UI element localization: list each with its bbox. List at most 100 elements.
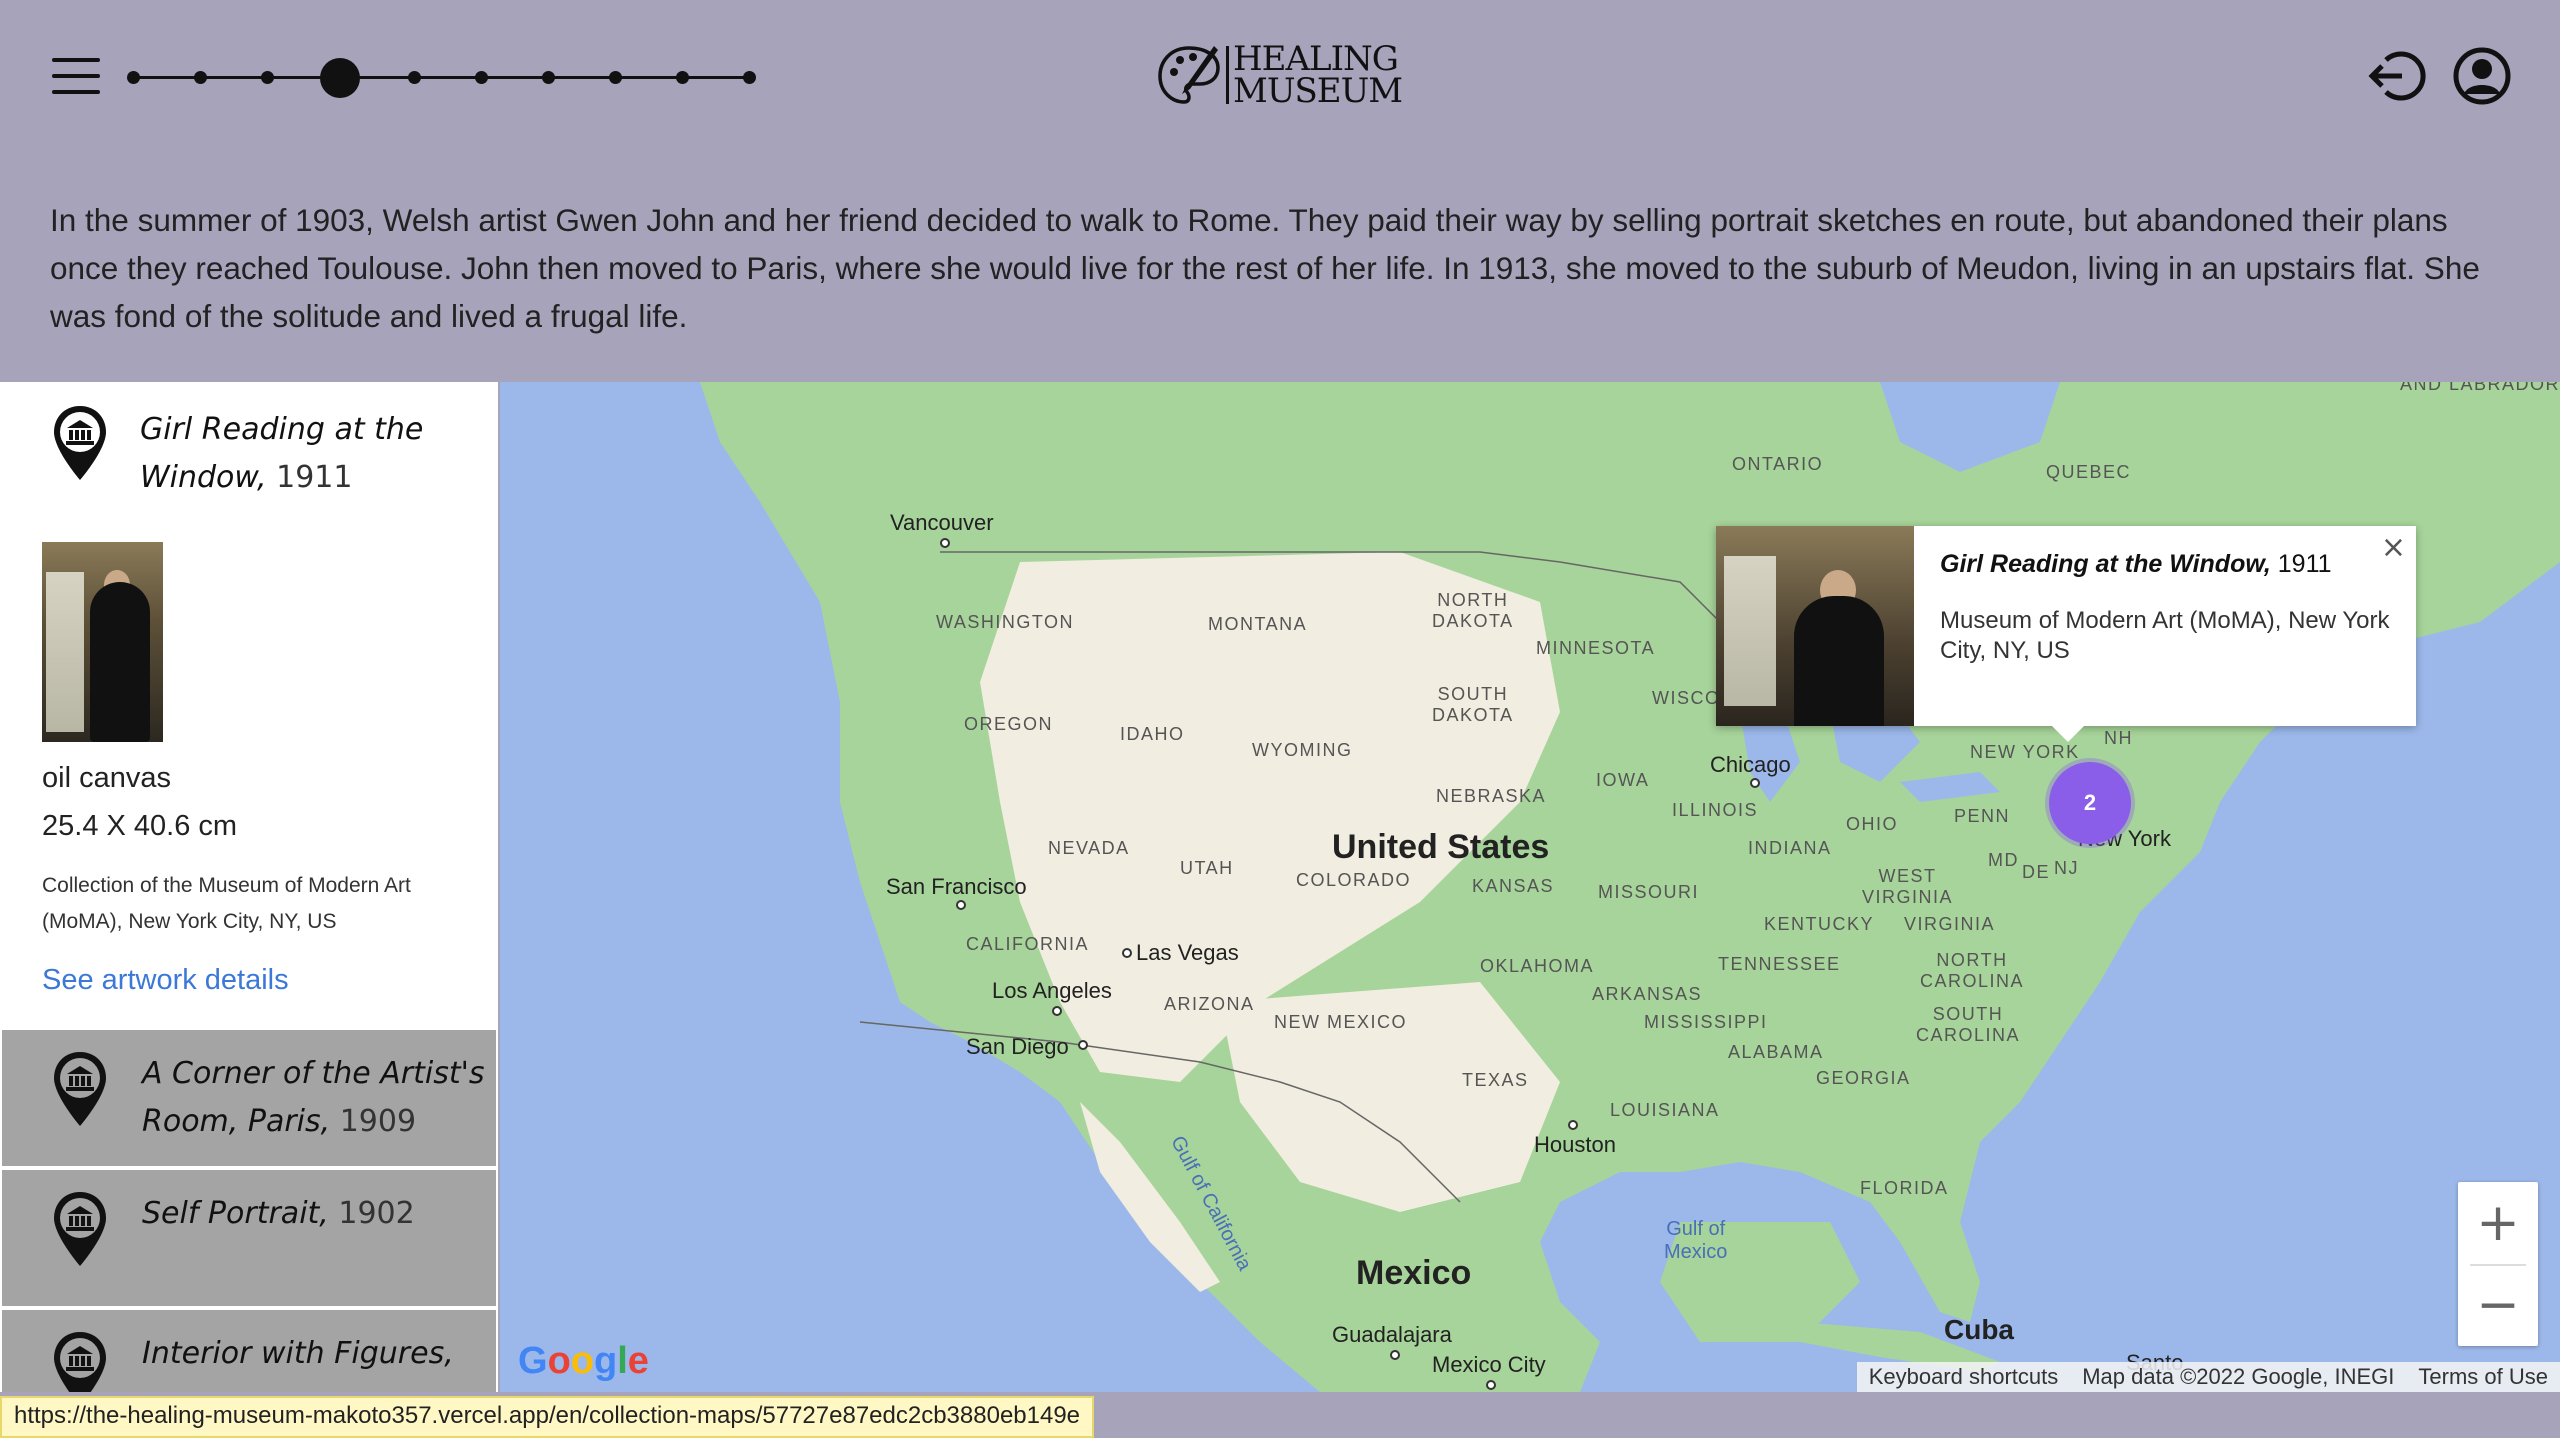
city-dot	[1390, 1350, 1400, 1360]
city-dot	[956, 900, 966, 910]
region-label: WASHINGTON	[936, 612, 1075, 632]
region-label: KENTUCKY	[1764, 914, 1875, 934]
region-label: WISCO	[1652, 688, 1721, 708]
country-label: Mexico	[1356, 1254, 1472, 1292]
city-label: Houston	[1534, 1132, 1616, 1157]
region-label: OKLAHOMA	[1480, 956, 1595, 976]
region-label: NEVADA	[1048, 838, 1130, 858]
active-title-line2: Window,	[140, 460, 267, 495]
region-label: MISSOURI	[1598, 882, 1700, 902]
zoom-out-button[interactable]: −	[2458, 1264, 2538, 1346]
artwork-title-line1: A Corner of the Artist's	[142, 1056, 485, 1091]
timeline-dot[interactable]	[542, 71, 555, 84]
artwork-sidebar: Girl Reading at the Window, 1911 oil can…	[0, 382, 498, 1392]
popup-year: 1911	[2277, 550, 2332, 578]
popup-artwork-image[interactable]	[1716, 526, 1914, 726]
city-label: Vancouver	[890, 510, 994, 535]
keyboard-shortcuts-link[interactable]: Keyboard shortcuts	[1857, 1362, 2071, 1392]
region-label: MONTANA	[1208, 614, 1308, 634]
timeline-dot[interactable]	[194, 71, 207, 84]
region-label: OREGON	[964, 714, 1054, 734]
timeline-dot[interactable]	[475, 71, 488, 84]
status-bar-url: https://the-healing-museum-makoto357.ver…	[0, 1396, 1095, 1438]
timeline-dot[interactable]	[609, 71, 622, 84]
map-data-text: Map data ©2022 Google, INEGI	[2082, 1364, 2395, 1389]
region-label: COLORADO	[1296, 870, 1412, 890]
see-artwork-details-link[interactable]: See artwork details	[42, 964, 289, 997]
header: HEALING MUSEUM In the summer of 1903, We…	[0, 0, 2560, 382]
logo[interactable]: HEALING MUSEUM	[1156, 40, 1403, 110]
region-label: AND LABRADOR	[2400, 382, 2560, 394]
region-label: NH	[2104, 728, 2133, 748]
region-label: VIRGINIA	[1904, 914, 1996, 934]
google-logo[interactable]: Google	[518, 1340, 649, 1383]
city-dot	[1052, 1006, 1062, 1016]
logo-text: HEALING MUSEUM	[1233, 42, 1403, 108]
terms-of-use-link[interactable]: Terms of Use	[2406, 1362, 2560, 1392]
region-label: PENN	[1954, 806, 2011, 826]
city-label: San Francisco	[886, 874, 1027, 899]
artwork-list-item[interactable]: A Corner of the Artist's Room, Paris, 19…	[2, 1030, 496, 1166]
logo-divider	[1226, 46, 1229, 104]
artwork-thumbnail[interactable]	[42, 542, 163, 742]
city-dot	[1750, 778, 1760, 788]
region-label: SOUTH DAKOTA	[1432, 684, 1514, 725]
city-label: Los Angeles	[992, 978, 1112, 1003]
zoom-in-button[interactable]: +	[2458, 1182, 2538, 1264]
palette-icon	[1158, 46, 1220, 104]
region-label: INDIANA	[1748, 838, 1832, 858]
hamburger-menu-icon[interactable]	[52, 56, 102, 96]
city-label: Mexico City	[1432, 1352, 1546, 1377]
region-label: FLORIDA	[1860, 1178, 1949, 1198]
timeline-line	[133, 76, 753, 79]
region-label: ILLINOIS	[1672, 800, 1759, 820]
region-label: IOWA	[1596, 770, 1650, 790]
artwork-title: A Corner of the Artist's Room, Paris, 19…	[142, 1050, 484, 1146]
timeline-dot-active[interactable]	[320, 58, 360, 98]
city-label: Guadalajara	[1332, 1322, 1452, 1347]
region-label: GEORGIA	[1816, 1068, 1911, 1088]
region-label: ARIZONA	[1164, 994, 1255, 1014]
artwork-list-item[interactable]: Interior with Figures,	[2, 1310, 496, 1392]
water-label: Gulf of Mexico	[1664, 1218, 1728, 1263]
timeline-dot[interactable]	[127, 71, 140, 84]
artwork-title-line1: Self Portrait,	[142, 1196, 329, 1231]
region-label: MISSISSIPPI	[1644, 1012, 1768, 1032]
timeline-dot[interactable]	[261, 71, 274, 84]
region-label: KANSAS	[1472, 876, 1555, 896]
user-account-icon[interactable]	[2452, 46, 2512, 106]
region-label: SOUTH CAROLINA	[1916, 1004, 2021, 1045]
artwork-info-window: Girl Reading at the Window, 1911 Museum …	[1716, 526, 2416, 742]
museum-pin-icon	[54, 1052, 106, 1126]
region-label: ONTARIO	[1732, 454, 1824, 474]
artwork-year: 1909	[339, 1104, 417, 1139]
artwork-title: Interior with Figures,	[142, 1330, 454, 1378]
popup-location: Museum of Modern Art (MoMA), New York Ci…	[1940, 607, 2390, 664]
region-label: OHIO	[1846, 814, 1899, 834]
map-attribution: Keyboard shortcuts Map data ©2022 Google…	[1856, 1362, 2560, 1392]
artwork-dimensions: 25.4 X 40.6 cm	[42, 810, 238, 842]
museum-pin-icon	[54, 406, 106, 480]
timeline-dot[interactable]	[743, 71, 756, 84]
region-label: NORTH CAROLINA	[1920, 950, 2025, 991]
country-label: United States	[1332, 828, 1550, 866]
region-label: MINNESOTA	[1536, 638, 1656, 658]
logout-icon[interactable]	[2366, 46, 2430, 106]
map[interactable]: AND LABRADOR ONTARIO QUEBEC WASHINGTON M…	[500, 382, 2560, 1392]
region-label: WEST VIRGINIA	[1862, 866, 1954, 907]
artwork-list-item[interactable]: Self Portrait, 1902	[2, 1170, 496, 1306]
region-label: MD	[1988, 850, 2019, 870]
city-label: Chicago	[1710, 752, 1791, 777]
region-label: NEW YORK	[1970, 742, 2080, 762]
timeline-dot[interactable]	[408, 71, 421, 84]
intro-text: In the summer of 1903, Welsh artist Gwen…	[50, 202, 2480, 334]
close-icon[interactable]: ×	[2381, 530, 2406, 565]
region-label: UTAH	[1180, 858, 1234, 878]
region-label: DE	[2022, 862, 2051, 882]
zoom-controls: + −	[2458, 1182, 2538, 1346]
region-label: LOUISIANA	[1610, 1100, 1720, 1120]
timeline-dot[interactable]	[676, 71, 689, 84]
region-label: TEXAS	[1462, 1070, 1529, 1090]
timeline	[127, 50, 756, 106]
cluster-marker[interactable]: 2	[2049, 762, 2131, 844]
